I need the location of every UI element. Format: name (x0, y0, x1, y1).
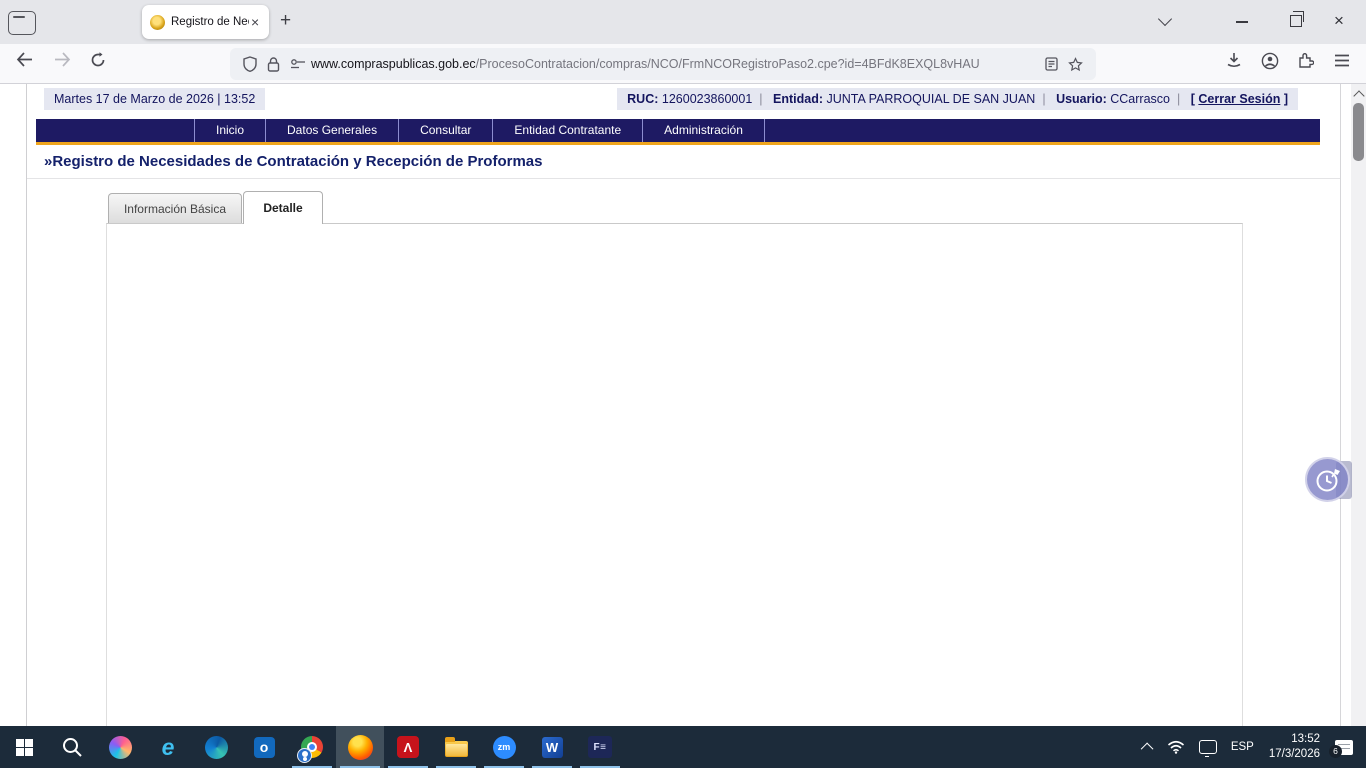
chrome-icon[interactable] (288, 726, 336, 768)
permissions-icon[interactable] (290, 58, 306, 70)
wifi-icon[interactable] (1167, 740, 1185, 754)
firefox-icon[interactable] (336, 726, 384, 768)
back-button[interactable] (16, 52, 33, 67)
nav-item-entidad-contratante[interactable]: Entidad Contratante (493, 119, 643, 142)
ruc-value: 1260023860001 (662, 92, 752, 106)
window-minimize-button[interactable] (1236, 21, 1248, 23)
window-restore-button[interactable] (1290, 15, 1302, 27)
notification-badge: 6 (1329, 745, 1342, 758)
forward-button[interactable] (54, 52, 71, 67)
notification-center-icon[interactable]: 6 (1335, 740, 1353, 755)
tray-clock[interactable]: 13:52 17/3/2026 (1269, 732, 1320, 762)
reader-mode-icon[interactable] (1045, 57, 1058, 71)
logout-link[interactable]: [ Cerrar Sesión ] (1191, 92, 1288, 106)
main-nav: Inicio Datos Generales Consultar Entidad… (36, 119, 1320, 142)
entidad-value: JUNTA PARROQUIAL DE SAN JUAN (826, 92, 1035, 106)
tab-informacion-basica[interactable]: Información Básica (108, 193, 242, 223)
tray-date: 17/3/2026 (1269, 747, 1320, 762)
outlook-icon[interactable]: o (240, 726, 288, 768)
tray-chevron-icon[interactable] (1144, 743, 1153, 752)
lock-icon[interactable] (267, 57, 280, 72)
menu-hamburger-icon[interactable] (1334, 54, 1350, 67)
system-tray: ESP 13:52 17/3/2026 6 (1137, 732, 1366, 762)
file-explorer-icon[interactable] (432, 726, 480, 768)
timer-overlay-widget[interactable] (1305, 457, 1350, 502)
browser-tab-strip: Registro de Necesidades de Co × + × (0, 0, 1366, 44)
entidad-label: Entidad: (773, 92, 823, 106)
clock-icon (1313, 465, 1343, 495)
url-bar[interactable]: www.compraspublicas.gob.ec /ProcesoContr… (230, 48, 1096, 80)
reload-button[interactable] (90, 52, 106, 68)
list-tabs-chevron-icon[interactable] (1160, 14, 1172, 26)
account-icon[interactable] (1261, 52, 1279, 70)
word-icon[interactable]: W (528, 726, 576, 768)
zoom-icon[interactable]: zm (480, 726, 528, 768)
nav-item-administracion[interactable]: Administración (643, 119, 765, 142)
close-tab-icon[interactable]: × (251, 14, 259, 30)
new-tab-button[interactable]: + (280, 10, 291, 32)
title-divider (27, 178, 1340, 179)
edge-icon[interactable] (192, 726, 240, 768)
downloads-icon[interactable] (1226, 52, 1242, 68)
acrobat-icon[interactable]: Λ (384, 726, 432, 768)
bookmark-star-icon[interactable] (1068, 57, 1083, 72)
url-path: /ProcesoContratacion/compras/NCO/FrmNCOR… (476, 57, 980, 71)
url-domain: www.compraspublicas.gob.ec (311, 57, 476, 71)
page-right-border (1340, 84, 1341, 726)
taskbar: e o Λ zm W F≡ ESP 13:52 17/3/2026 6 (0, 726, 1366, 768)
usuario-value: CCarrasco (1110, 92, 1170, 106)
nav-item-inicio[interactable]: Inicio (194, 119, 266, 142)
page-title: »Registro de Necesidades de Contratación… (44, 153, 543, 170)
page-scrollbar[interactable] (1351, 84, 1366, 726)
tab-title: Registro de Necesidades de Co (171, 16, 249, 28)
nav-item-datos-generales[interactable]: Datos Generales (266, 119, 399, 142)
copilot-icon[interactable] (96, 726, 144, 768)
feo-app-icon[interactable]: F≡ (576, 726, 624, 768)
language-indicator[interactable]: ESP (1231, 741, 1254, 753)
taskbar-search-icon[interactable] (48, 726, 96, 768)
internet-explorer-icon[interactable]: e (144, 726, 192, 768)
tracking-shield-icon[interactable] (243, 56, 257, 72)
tab-content-panel (106, 223, 1243, 726)
window-close-button[interactable]: × (1334, 11, 1344, 31)
extensions-icon[interactable] (1297, 52, 1314, 69)
usuario-label: Usuario: (1056, 92, 1107, 106)
firefox-view-icon[interactable] (8, 11, 36, 35)
meet-now-icon[interactable] (1199, 740, 1217, 754)
nav-item-consultar[interactable]: Consultar (399, 119, 493, 142)
datetime-chip: Martes 17 de Marzo de 2026 | 13:52 (44, 88, 265, 110)
tab-detalle[interactable]: Detalle (243, 191, 323, 224)
site-favicon-icon (150, 15, 165, 30)
browser-tab[interactable]: Registro de Necesidades de Co × (142, 5, 269, 39)
page-left-border (26, 84, 27, 726)
session-chip: RUC: 1260023860001| Entidad: JUNTA PARRO… (617, 88, 1298, 110)
nav-accent-bar (36, 142, 1320, 145)
screen: Registro de Necesidades de Co × + × www.… (0, 0, 1366, 768)
ruc-label: RUC: (627, 92, 658, 106)
start-button[interactable] (0, 726, 48, 768)
scrollbar-thumb[interactable] (1353, 103, 1364, 161)
tray-time: 13:52 (1269, 732, 1320, 747)
